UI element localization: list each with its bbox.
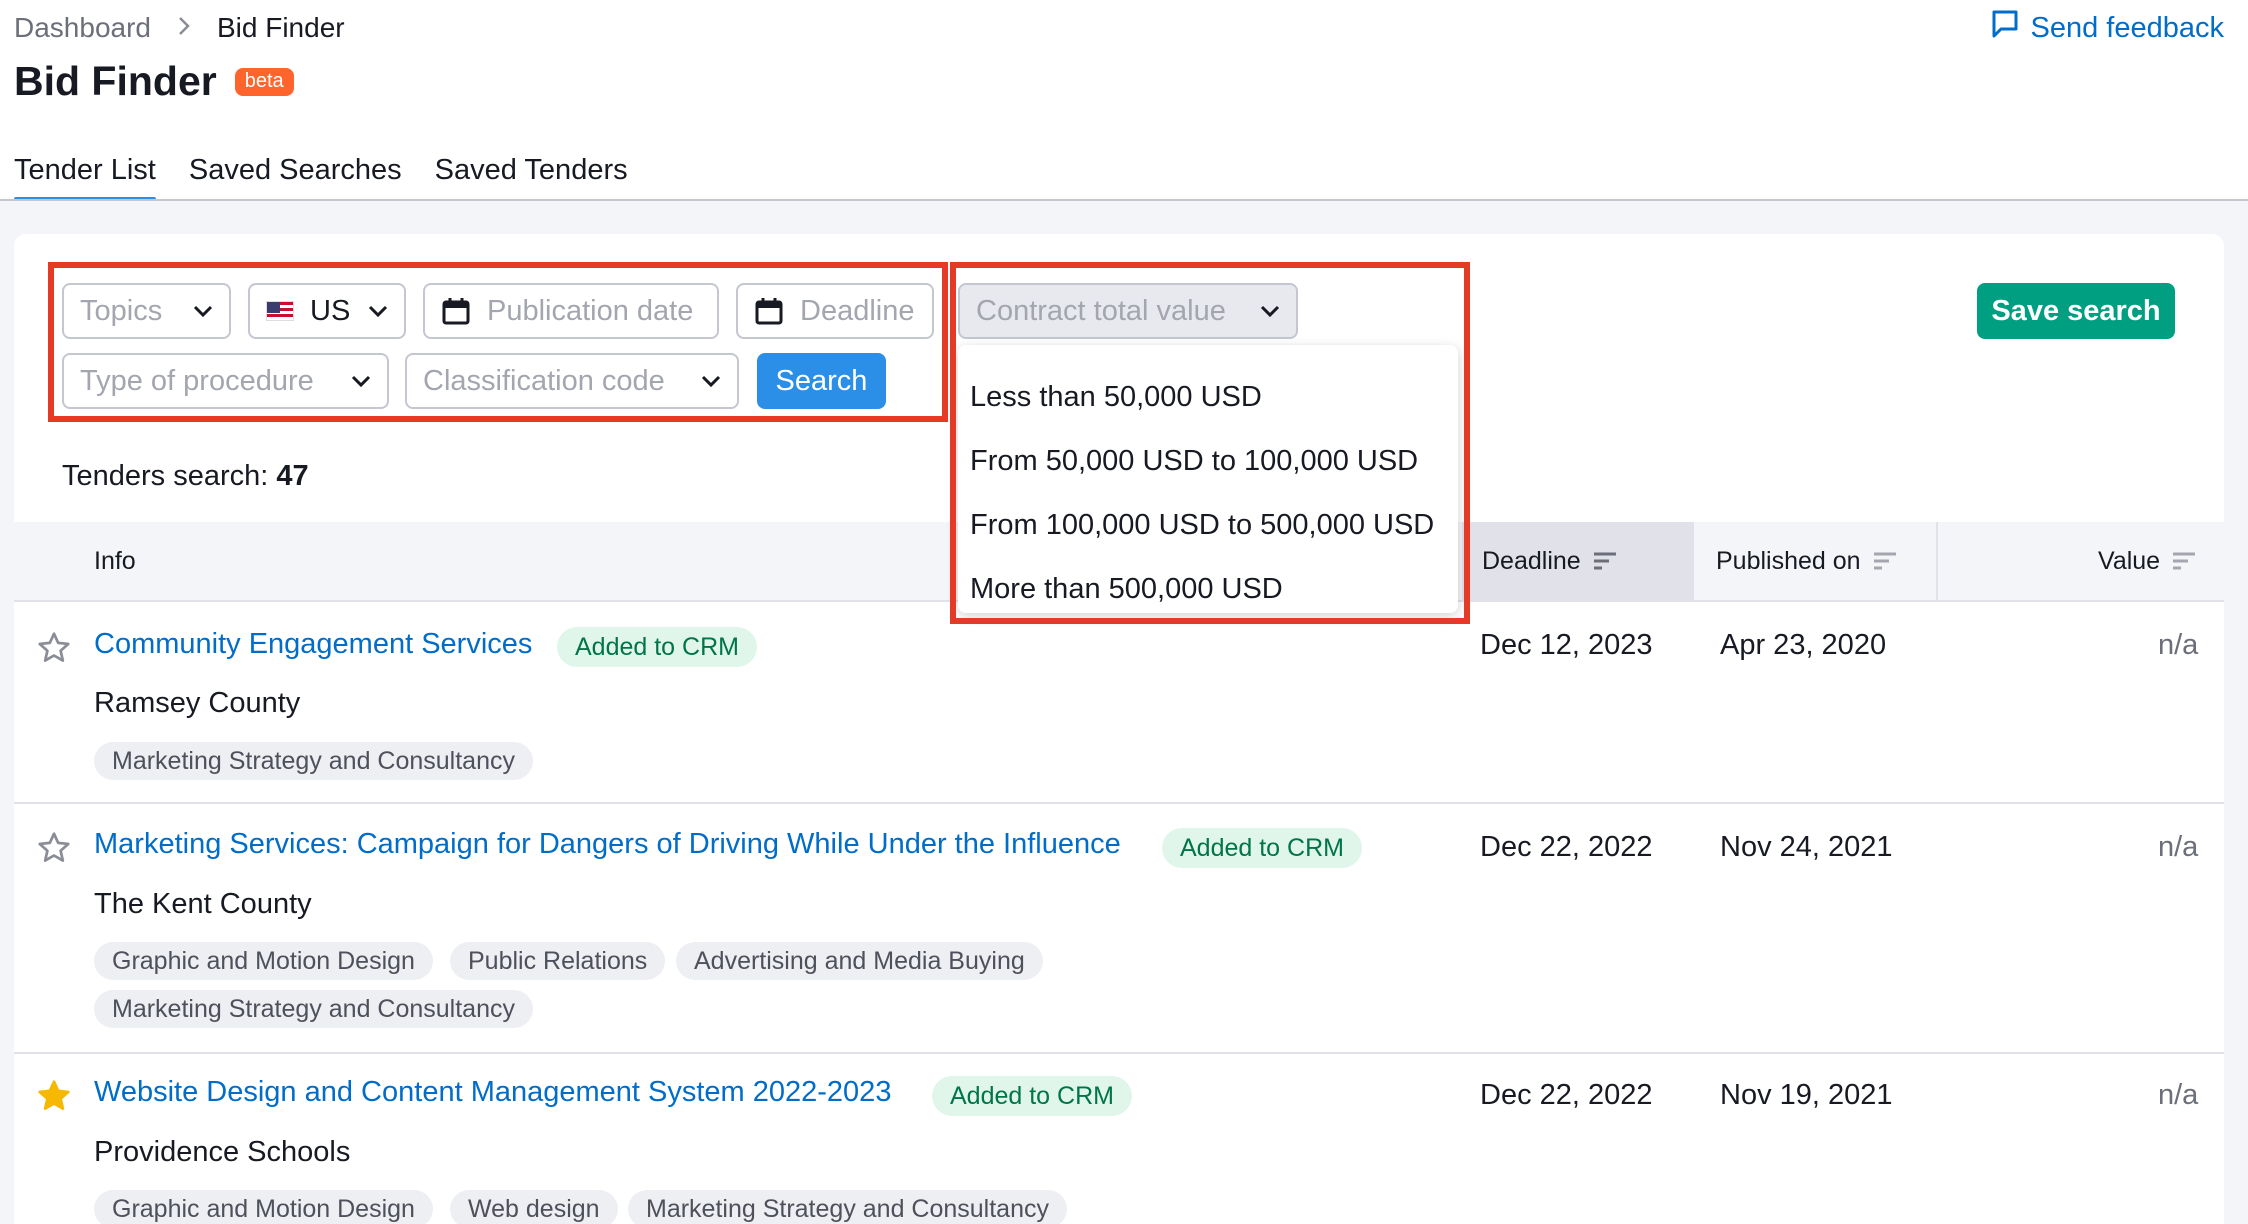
- contract-value-option[interactable]: From 100,000 USD to 500,000 USD: [958, 493, 1458, 557]
- send-feedback-link[interactable]: Send feedback: [1991, 8, 2224, 48]
- contract-value-dropdown: Less than 50,000 USD From 50,000 USD to …: [958, 345, 1458, 613]
- tab-tender-list[interactable]: Tender List: [14, 150, 156, 201]
- buyer-name: The Kent County: [94, 888, 312, 920]
- tabs-divider: [0, 199, 2248, 201]
- breadcrumb-current: Bid Finder: [216, 12, 345, 43]
- topics-select-label: Topics: [80, 294, 163, 327]
- publication-date-picker[interactable]: Publication date: [423, 283, 719, 339]
- classification-code-select[interactable]: Classification code: [405, 353, 739, 409]
- tab-bar: Tender List Saved Searches Saved Tenders: [14, 150, 661, 201]
- deadline-cell: Dec 22, 2022: [1480, 1079, 1653, 1111]
- top-header: Dashboard Bid Finder Send feedback Bid F…: [0, 0, 2248, 201]
- buyer-name: Providence Schools: [94, 1136, 351, 1168]
- calendar-icon: [754, 296, 784, 326]
- crm-status-badge: Added to CRM: [932, 1076, 1132, 1116]
- breadcrumb: Dashboard Bid Finder: [14, 10, 345, 46]
- value-cell: n/a: [2158, 1079, 2199, 1111]
- sort-icon: [2172, 551, 2196, 571]
- deadline-label: Deadline: [800, 294, 915, 327]
- send-feedback-label: Send feedback: [2030, 11, 2224, 44]
- country-select-value: US: [310, 294, 351, 327]
- search-button[interactable]: Search: [757, 353, 886, 409]
- category-tag: Advertising and Media Buying: [676, 942, 1043, 980]
- topics-select[interactable]: Topics: [62, 283, 231, 339]
- chevron-down-icon: [1250, 305, 1280, 317]
- deadline-cell: Dec 22, 2022: [1480, 831, 1653, 863]
- published-cell: Nov 19, 2021: [1720, 1079, 1893, 1111]
- chevron-right-icon: [177, 13, 191, 44]
- chevron-down-icon: [183, 305, 213, 317]
- star-icon[interactable]: [36, 1078, 72, 1114]
- results-count-label: Tenders search:: [62, 460, 277, 492]
- crm-status-badge: Added to CRM: [1162, 828, 1362, 868]
- table-row: Community Engagement Services Added to C…: [14, 604, 2224, 804]
- column-header-published[interactable]: Published on: [1716, 522, 1897, 600]
- tender-title-link[interactable]: Marketing Services: Campaign for Dangers…: [94, 828, 1121, 861]
- save-search-button[interactable]: Save search: [1977, 283, 2175, 339]
- column-header-value[interactable]: Value: [2098, 522, 2196, 600]
- column-separator: [1936, 522, 1938, 600]
- star-icon[interactable]: [36, 630, 72, 666]
- results-count-value: 47: [276, 460, 309, 492]
- column-header-info: Info: [94, 546, 136, 575]
- procedure-type-select[interactable]: Type of procedure: [62, 353, 389, 409]
- column-header-deadline[interactable]: Deadline: [1462, 522, 1692, 600]
- published-cell: Nov 24, 2021: [1720, 831, 1893, 863]
- tender-title-link[interactable]: Community Engagement Services: [94, 628, 532, 661]
- table-row: Marketing Services: Campaign for Dangers…: [14, 806, 2224, 1054]
- category-tag: Marketing Strategy and Consultancy: [94, 742, 533, 780]
- category-tag: Graphic and Motion Design: [94, 1190, 433, 1224]
- category-tag: Public Relations: [450, 942, 666, 980]
- results-count: Tenders search: 47: [62, 460, 309, 493]
- sort-icon: [1593, 551, 1617, 571]
- contract-value-option[interactable]: From 50,000 USD to 100,000 USD: [958, 429, 1458, 493]
- deadline-picker[interactable]: Deadline: [736, 283, 934, 339]
- category-tag: Web design: [450, 1190, 618, 1224]
- crm-status-badge: Added to CRM: [557, 627, 757, 667]
- tab-saved-tenders[interactable]: Saved Tenders: [435, 150, 628, 200]
- column-separator: [1692, 522, 1694, 600]
- value-cell: n/a: [2158, 831, 2199, 863]
- contract-value-select[interactable]: Contract total value: [958, 283, 1298, 339]
- sort-icon: [1873, 551, 1897, 571]
- column-header-value-label: Value: [2098, 546, 2161, 575]
- calendar-icon: [441, 296, 471, 326]
- publication-date-label: Publication date: [487, 294, 694, 327]
- category-tag: Marketing Strategy and Consultancy: [94, 990, 533, 1028]
- contract-value-option[interactable]: Less than 50,000 USD: [958, 365, 1458, 429]
- country-select[interactable]: US: [248, 283, 406, 339]
- us-flag-icon: [266, 301, 294, 321]
- buyer-name: Ramsey County: [94, 687, 301, 719]
- classification-code-label: Classification code: [423, 364, 665, 397]
- column-header-published-label: Published on: [1716, 546, 1861, 575]
- category-tag: Marketing Strategy and Consultancy: [628, 1190, 1067, 1224]
- feedback-icon: [1991, 9, 2031, 47]
- page-title-text: Bid Finder: [14, 58, 217, 104]
- procedure-type-label: Type of procedure: [80, 364, 314, 397]
- contract-value-label: Contract total value: [976, 294, 1226, 327]
- tab-saved-searches[interactable]: Saved Searches: [189, 150, 402, 200]
- tender-title-link[interactable]: Website Design and Content Management Sy…: [94, 1076, 891, 1109]
- published-cell: Apr 23, 2020: [1720, 629, 1887, 661]
- deadline-cell: Dec 12, 2023: [1480, 629, 1653, 661]
- breadcrumb-dashboard-link[interactable]: Dashboard: [14, 12, 151, 44]
- chevron-down-icon: [341, 375, 371, 387]
- star-icon[interactable]: [36, 830, 72, 866]
- value-cell: n/a: [2158, 629, 2199, 661]
- table-row: Website Design and Content Management Sy…: [14, 1056, 2224, 1224]
- contract-value-option[interactable]: More than 500,000 USD: [958, 557, 1458, 621]
- beta-badge: beta: [234, 67, 294, 96]
- column-header-deadline-label: Deadline: [1482, 546, 1581, 575]
- category-tag: Graphic and Motion Design: [94, 942, 433, 980]
- chevron-down-icon: [358, 305, 388, 317]
- chevron-down-icon: [691, 375, 721, 387]
- page-title: Bid Finder beta: [14, 58, 294, 105]
